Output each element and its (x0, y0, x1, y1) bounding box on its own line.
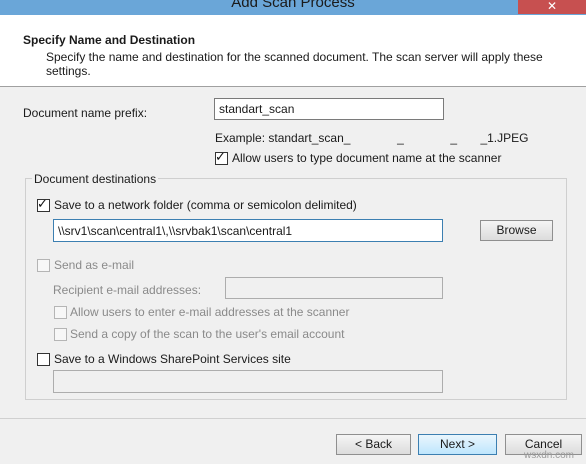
next-button[interactable]: Next > (418, 434, 497, 455)
document-destinations-legend: Document destinations (32, 172, 159, 186)
sharepoint-checkbox[interactable] (37, 353, 50, 366)
page-description: Specify the name and destination for the… (46, 50, 543, 78)
network-folder-checkbox[interactable]: ✓ (37, 196, 50, 212)
wizard-header: Specify Name and Destination Specify the… (0, 15, 586, 87)
send-email-label: Send as e-mail (54, 258, 135, 272)
sharepoint-site-input[interactable] (53, 370, 443, 393)
send-email-checkbox[interactable] (37, 259, 50, 272)
watermark: wsxdn.com (524, 450, 575, 461)
close-icon[interactable]: ✕ (518, 0, 586, 14)
recipient-input[interactable] (225, 277, 443, 299)
window-title: Add Scan Process (231, 0, 355, 11)
sharepoint-label: Save to a Windows SharePoint Services si… (54, 352, 291, 366)
recipient-label: Recipient e-mail addresses: (53, 283, 202, 297)
prefix-input[interactable] (214, 98, 444, 120)
title-bar: Add Scan Process ✕ (0, 0, 586, 15)
check-icon: ✓ (215, 149, 226, 164)
footer-separator (0, 418, 586, 419)
back-button[interactable]: < Back (336, 434, 411, 455)
browse-button[interactable]: Browse (480, 220, 553, 241)
allow-enter-email-label: Allow users to enter e-mail addresses at… (70, 305, 350, 319)
check-icon: ✓ (37, 196, 48, 211)
example-text: Example: standart_scan_ _ _ _1.JPEG (215, 131, 529, 145)
send-copy-checkbox[interactable] (54, 328, 67, 341)
allow-type-name-label: Allow users to type document name at the… (232, 151, 502, 165)
network-path-input[interactable] (53, 219, 443, 242)
allow-type-name-checkbox[interactable]: ✓ (215, 149, 228, 165)
page-title: Specify Name and Destination (23, 33, 196, 47)
prefix-label: Document name prefix: (23, 106, 148, 120)
allow-enter-email-checkbox[interactable] (54, 306, 67, 319)
network-folder-label: Save to a network folder (comma or semic… (54, 198, 357, 212)
send-copy-label: Send a copy of the scan to the user's em… (70, 327, 345, 341)
